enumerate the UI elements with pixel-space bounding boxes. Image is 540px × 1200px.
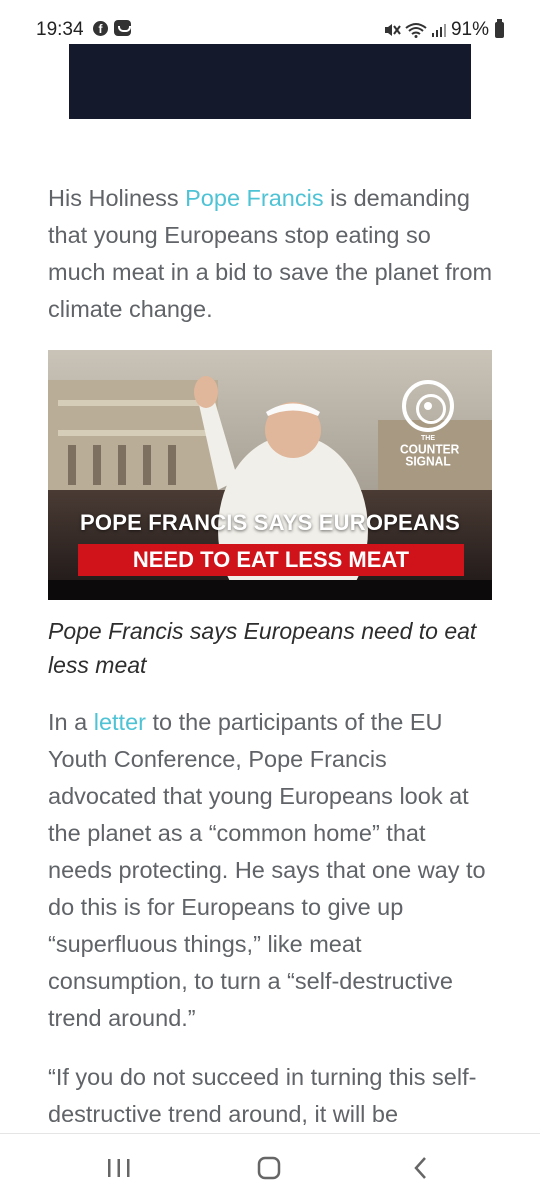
article-paragraph-1: His Holiness Pope Francis is demanding t…: [48, 180, 494, 328]
status-time: 19:34: [36, 19, 84, 40]
logo-signal-text: SIGNAL: [405, 453, 451, 469]
pope-francis-link[interactable]: Pope Francis: [185, 185, 323, 211]
battery-level: 91%: [450, 19, 489, 40]
facebook-icon: f: [93, 20, 108, 36]
signal-icon: [431, 24, 446, 37]
image-headline-line-2: NEED TO EAT LESS MEAT: [78, 544, 464, 576]
article-paragraph-3: “If you do not succeed in turning this s…: [48, 1064, 477, 1127]
broadcast-icon: [402, 380, 454, 432]
top-banner[interactable]: [69, 44, 471, 119]
status-notification-icons: f: [93, 20, 131, 36]
message-icon: [114, 20, 131, 36]
para1-text-before: His Holiness: [48, 185, 186, 211]
image-headline-line-1: POPE FRANCIS SAYS EUROPEANS: [80, 510, 460, 535]
wifi-icon: [405, 23, 427, 38]
counter-signal-logo: THE COUNTER SIGNAL: [400, 380, 459, 469]
article-image[interactable]: THE COUNTER SIGNAL POPE FRANCIS SAYS EUR…: [48, 350, 492, 600]
image-caption: Pope Francis says Europeans need to eat …: [48, 618, 477, 678]
mute-icon: [384, 24, 401, 36]
battery-icon: [495, 19, 504, 38]
recent-apps-icon[interactable]: [104, 1154, 134, 1182]
para2-text-after: to the participants of the EU Youth Conf…: [48, 709, 486, 1031]
para2-text-before: In a: [48, 709, 94, 735]
back-icon[interactable]: [406, 1154, 436, 1182]
status-system-icons: 91%: [383, 19, 504, 41]
letter-link[interactable]: letter: [94, 709, 146, 735]
home-icon[interactable]: [254, 1154, 284, 1182]
article-paragraph-2: In a letter to the participants of the E…: [48, 704, 494, 1037]
navigation-bar: [0, 1133, 540, 1200]
article-body: His Holiness Pope Francis is demanding t…: [48, 180, 494, 1155]
